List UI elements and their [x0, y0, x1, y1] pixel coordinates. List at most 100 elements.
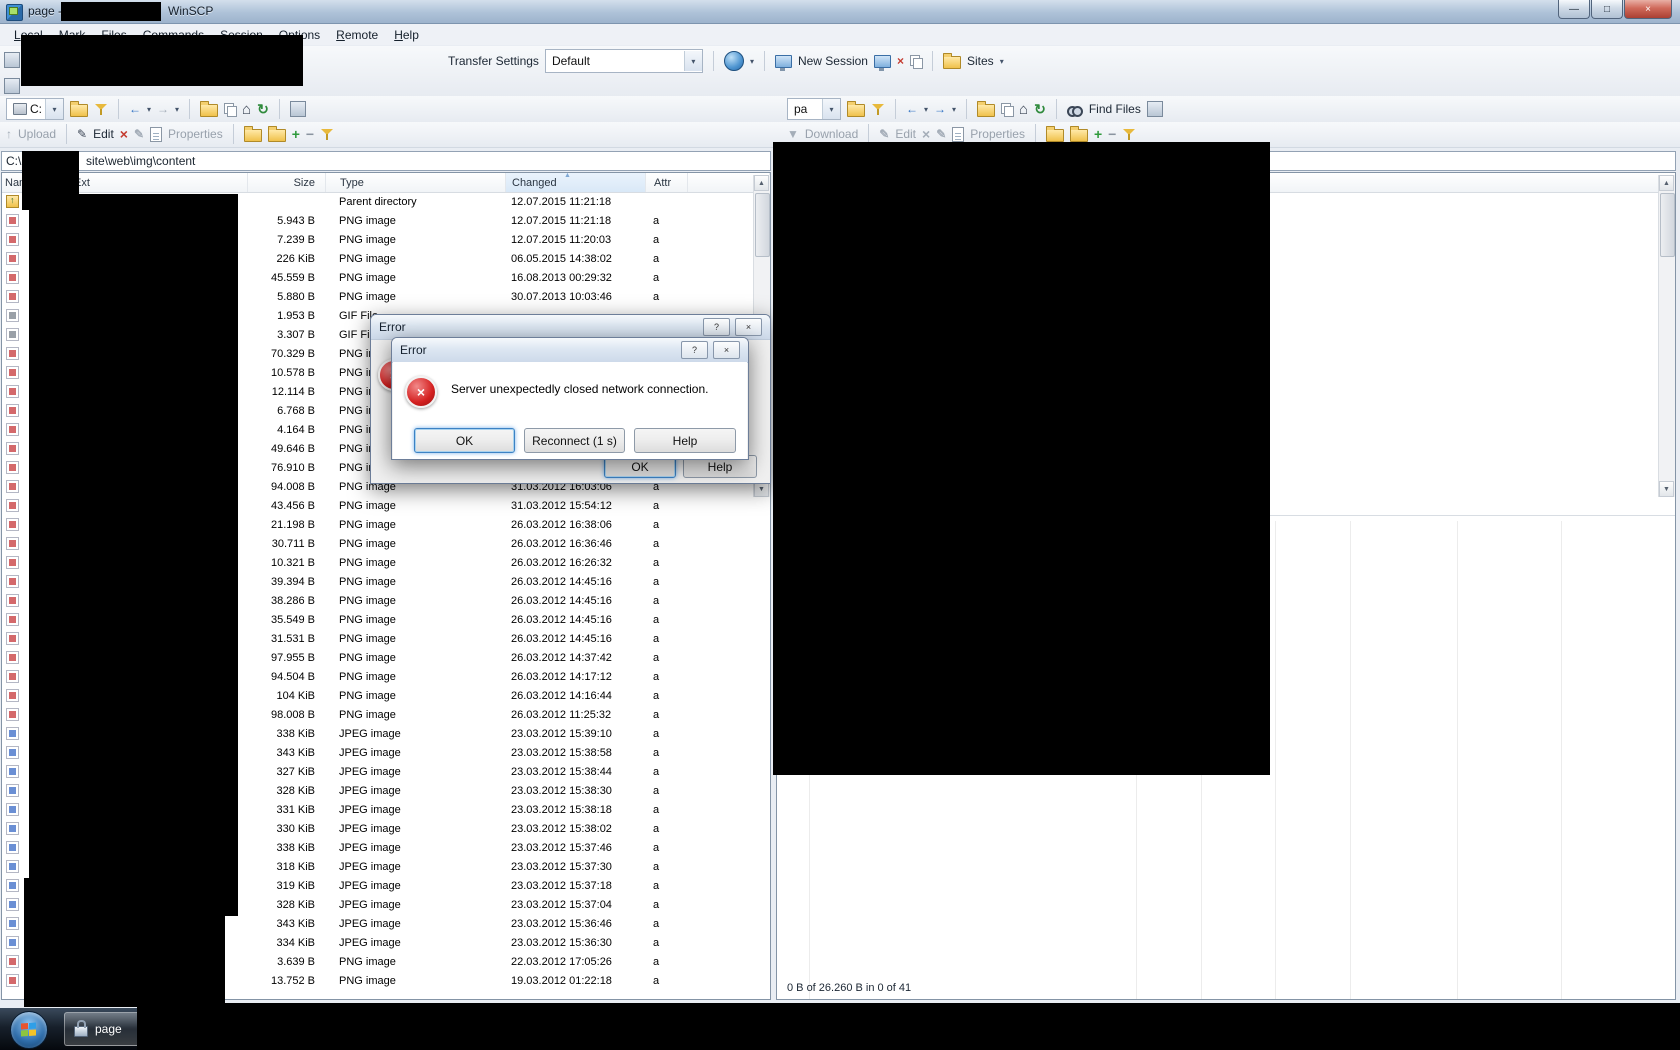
close-session-icon[interactable]: ×	[897, 54, 904, 68]
delete-icon[interactable]: ×	[922, 126, 930, 142]
column-header-type[interactable]: Type	[326, 173, 506, 192]
cell-attr: a	[645, 804, 687, 816]
select-plus-icon[interactable]: +	[292, 126, 300, 142]
remote-drive-combo[interactable]: pa ▾	[787, 98, 841, 120]
filter-icon[interactable]	[94, 102, 108, 116]
new-session-button[interactable]: New Session	[798, 54, 868, 68]
remote-vertical-scrollbar[interactable]: ▲ ▼	[1658, 175, 1675, 497]
local-path-bar[interactable]: C:\ site\web\img\content	[1, 151, 771, 171]
refresh-icon[interactable]: ↻	[257, 101, 269, 118]
synchronize-icon[interactable]	[1147, 101, 1163, 117]
column-header-changed[interactable]: Changed ▲	[506, 173, 646, 192]
properties-icon[interactable]	[952, 127, 964, 142]
forward-icon[interactable]: →	[934, 102, 946, 116]
column-header-attr[interactable]: Attr	[646, 173, 688, 192]
scroll-up-icon[interactable]: ▲	[754, 175, 769, 191]
copy-session-icon[interactable]	[910, 55, 922, 68]
selection-filter-icon[interactable]	[1122, 127, 1136, 141]
dialog-help-icon[interactable]: ?	[681, 341, 708, 359]
bookmark-icon[interactable]	[290, 101, 306, 117]
back-icon[interactable]: ←	[129, 102, 141, 116]
close-button[interactable]: ×	[1624, 0, 1672, 19]
new-file-icon[interactable]	[268, 129, 286, 142]
upload-icon[interactable]: ↑	[6, 127, 12, 141]
upload-button[interactable]: Upload	[18, 127, 56, 141]
directory-tree-icon[interactable]	[1001, 103, 1013, 116]
column-header-size[interactable]: Size	[248, 173, 326, 192]
download-button[interactable]: Download	[805, 127, 858, 141]
session-globe-icon[interactable]	[724, 51, 744, 71]
cell-type: PNG image	[325, 614, 505, 626]
chevron-down-icon[interactable]: ▾	[822, 99, 840, 119]
properties-button[interactable]: Properties	[168, 127, 223, 141]
address-toolbar-icon[interactable]	[4, 52, 20, 68]
ok-button[interactable]: OK	[414, 428, 515, 453]
rename-icon[interactable]: ✎	[936, 127, 946, 141]
parent-directory-icon[interactable]	[977, 104, 995, 117]
directory-tree-icon[interactable]	[224, 103, 236, 116]
transfer-settings-combo[interactable]: Default ▾	[545, 49, 703, 73]
find-files-button[interactable]: Find Files	[1089, 102, 1141, 116]
select-plus-icon[interactable]: +	[1094, 126, 1102, 142]
edit-icon[interactable]: ✎	[77, 127, 87, 141]
delete-icon[interactable]: ×	[120, 126, 128, 142]
scroll-down-icon[interactable]: ▼	[1659, 481, 1674, 497]
scroll-up-icon[interactable]: ▲	[1659, 175, 1674, 191]
sites-button[interactable]: Sites	[967, 54, 994, 68]
cell-changed: 23.03.2012 15:37:04	[505, 899, 645, 911]
open-directory-icon[interactable]	[847, 104, 865, 117]
scrollbar-thumb[interactable]	[755, 193, 770, 257]
bookmark-toolbar-icon[interactable]	[4, 78, 20, 94]
chevron-down-icon[interactable]: ▾	[147, 105, 151, 114]
selection-filter-icon[interactable]	[320, 127, 334, 141]
chevron-down-icon[interactable]: ▾	[684, 51, 702, 71]
back-icon[interactable]: ←	[906, 102, 918, 116]
open-directory-icon[interactable]	[70, 104, 88, 117]
properties-icon[interactable]	[150, 127, 162, 142]
new-file-icon[interactable]	[1070, 129, 1088, 142]
reconnect-button[interactable]: Reconnect (1 s)	[524, 428, 625, 453]
chevron-down-icon[interactable]: ▾	[952, 105, 956, 114]
dialog-close-icon[interactable]: ×	[735, 318, 762, 336]
select-minus-icon[interactable]: −	[306, 126, 314, 142]
forward-icon[interactable]: →	[157, 102, 169, 116]
chevron-down-icon[interactable]: ▾	[750, 57, 754, 66]
select-minus-icon[interactable]: −	[1108, 126, 1116, 142]
file-icon	[6, 898, 19, 911]
minimize-button[interactable]: —	[1558, 0, 1590, 19]
menu-help[interactable]: Help	[386, 26, 427, 44]
chevron-down-icon[interactable]: ▾	[175, 105, 179, 114]
parent-directory-icon[interactable]	[200, 104, 218, 117]
edit-button[interactable]: Edit	[895, 127, 916, 141]
dialog-close-icon[interactable]: ×	[713, 341, 740, 359]
taskbar-app-button[interactable]: page	[64, 1012, 140, 1046]
maximize-button[interactable]: □	[1591, 0, 1623, 19]
refresh-icon[interactable]: ↻	[1034, 101, 1046, 118]
menu-remote[interactable]: Remote	[328, 26, 386, 44]
properties-button[interactable]: Properties	[970, 127, 1025, 141]
dialog-help-icon[interactable]: ?	[703, 318, 730, 336]
rename-icon[interactable]: ✎	[134, 127, 144, 141]
file-icon	[6, 404, 19, 417]
scrollbar-thumb[interactable]	[1660, 193, 1675, 257]
duplicate-session-icon[interactable]	[874, 55, 891, 68]
download-icon[interactable]: ▼	[787, 127, 799, 141]
cell-size: 5.880 B	[247, 291, 325, 303]
new-folder-icon[interactable]	[244, 129, 262, 142]
edit-button[interactable]: Edit	[93, 127, 114, 141]
local-drive-combo[interactable]: C: ▾	[6, 98, 64, 120]
filter-icon[interactable]	[871, 102, 885, 116]
chevron-down-icon[interactable]: ▾	[1000, 57, 1004, 66]
edit-icon[interactable]: ✎	[879, 127, 889, 141]
close-icon: ×	[1645, 4, 1651, 15]
find-files-icon[interactable]	[1067, 104, 1083, 116]
chevron-down-icon[interactable]: ▾	[924, 105, 928, 114]
new-session-icon[interactable]	[775, 55, 792, 68]
home-icon[interactable]: ⌂	[242, 101, 251, 118]
chevron-down-icon[interactable]: ▾	[45, 99, 63, 119]
help-button[interactable]: Help	[634, 428, 736, 453]
new-folder-icon[interactable]	[1046, 129, 1064, 142]
start-button[interactable]	[10, 1011, 48, 1049]
sites-folder-icon[interactable]	[943, 56, 961, 69]
home-icon[interactable]: ⌂	[1019, 101, 1028, 118]
